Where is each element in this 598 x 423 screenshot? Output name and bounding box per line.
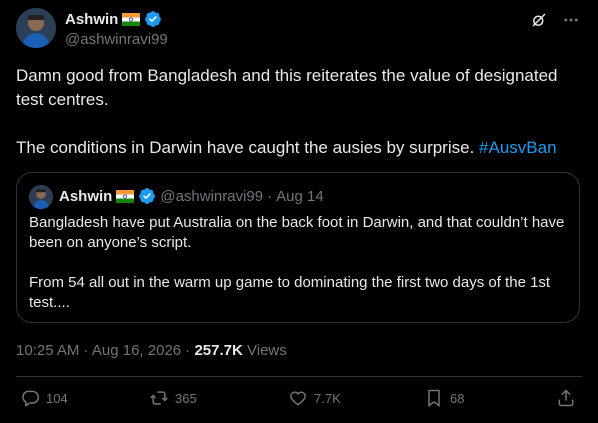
reply-icon: [22, 390, 40, 407]
india-flag-icon: [116, 189, 135, 203]
tweet-paragraph: Damn good from Bangladesh and this reite…: [16, 66, 558, 109]
views-label: Views: [247, 342, 287, 359]
timestamp[interactable]: 10:25 AM · Aug 16, 2026: [16, 342, 181, 359]
reply-count: 104: [46, 390, 68, 406]
views-count: 257.7K: [194, 342, 243, 359]
like-icon: [290, 391, 306, 406]
verified-badge-icon: [138, 187, 156, 205]
grok-icon[interactable]: [528, 9, 550, 31]
reply-button[interactable]: 104: [20, 388, 68, 408]
quote-date: Aug 14: [276, 187, 324, 205]
author-handle[interactable]: @ashwinravi99: [65, 31, 168, 48]
tweet-paragraph: The conditions in Darwin have caught the…: [16, 136, 586, 160]
bookmark-count: 68: [450, 390, 465, 406]
tweet-paragraph-text: The conditions in Darwin have caught the…: [16, 138, 475, 157]
verified-badge-icon[interactable]: [144, 10, 162, 28]
meta-separator: ·: [181, 342, 195, 359]
quote-paragraph: Bangladesh have put Australia on the bac…: [29, 214, 565, 251]
tweet-text: Damn good from Bangladesh and this reite…: [16, 64, 586, 160]
quote-text: Bangladesh have put Australia on the bac…: [29, 213, 569, 313]
hashtag-link[interactable]: #AusvBan: [479, 138, 557, 157]
share-icon: [558, 389, 574, 407]
repost-button[interactable]: 365: [149, 388, 197, 408]
author-name[interactable]: Ashwin: [65, 10, 162, 28]
quote-author-handle: @ashwinravi99: [160, 187, 264, 205]
repost-count: 365: [175, 390, 197, 406]
author-name-text[interactable]: Ashwin: [65, 11, 118, 28]
divider: [16, 376, 582, 377]
quote-author-avatar: [29, 185, 53, 209]
author-avatar[interactable]: [16, 8, 56, 48]
quote-header: Ashwin @ashwinravi99 · Aug 14: [59, 187, 324, 205]
bookmark-button[interactable]: 68: [424, 388, 464, 408]
repost-icon: [150, 391, 168, 405]
more-icon[interactable]: [560, 9, 582, 31]
quote-separator: ·: [267, 187, 273, 205]
quote-paragraph: From 54 all out in the warm up game to d…: [29, 274, 551, 311]
quoted-tweet[interactable]: Ashwin @ashwinravi99 · Aug 14 Bangladesh…: [16, 172, 580, 323]
action-bar: 104 365 7.7K 68: [16, 388, 582, 416]
tweet-meta: 10:25 AM · Aug 16, 2026 · 257.7K Views: [16, 342, 287, 359]
quote-author-name: Ashwin: [59, 187, 113, 205]
like-button[interactable]: 7.7K: [288, 388, 341, 408]
bookmark-icon: [428, 389, 440, 407]
like-count: 7.7K: [314, 390, 341, 406]
share-button[interactable]: [556, 388, 576, 408]
india-flag-icon: [122, 12, 141, 26]
